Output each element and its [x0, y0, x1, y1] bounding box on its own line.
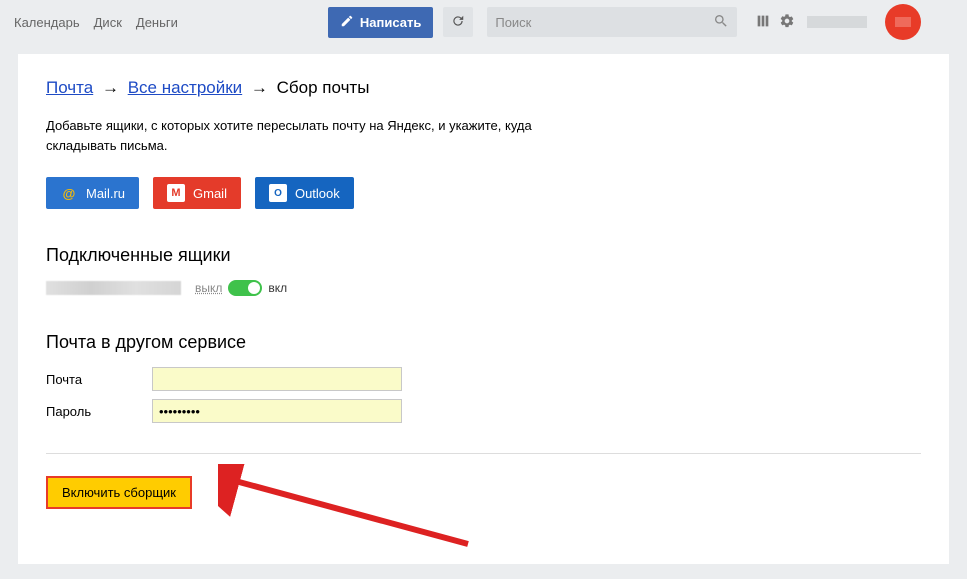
password-row: Пароль [46, 399, 921, 423]
breadcrumb-all-settings[interactable]: Все настройки [128, 78, 242, 97]
search-box[interactable] [487, 7, 737, 37]
gmail-icon: M [167, 184, 185, 202]
toggle-off-label[interactable]: выкл [195, 281, 222, 295]
description-text: Добавьте ящики, с которых хотите пересыл… [46, 116, 566, 155]
topbar: Календарь Диск Деньги Написать [0, 0, 967, 44]
compose-button[interactable]: Написать [328, 7, 433, 38]
provider-mailru-label: Mail.ru [86, 186, 125, 201]
breadcrumb-mail[interactable]: Почта [46, 78, 93, 97]
themes-icon[interactable] [755, 13, 771, 32]
avatar[interactable] [885, 4, 921, 40]
password-label: Пароль [46, 404, 152, 419]
compose-label: Написать [360, 15, 421, 30]
connected-heading: Подключенные ящики [46, 245, 921, 266]
email-field[interactable] [152, 367, 402, 391]
enable-collector-button[interactable]: Включить сборщик [46, 476, 192, 509]
divider [46, 453, 921, 454]
provider-mailru-button[interactable]: @ Mail.ru [46, 177, 139, 209]
avatar-icon [895, 17, 911, 27]
breadcrumb-current: Сбор почты [277, 78, 370, 97]
connected-mailbox-row: выкл вкл [46, 280, 921, 296]
provider-outlook-button[interactable]: O Outlook [255, 177, 354, 209]
annotation-arrow-icon [218, 464, 478, 554]
provider-gmail-button[interactable]: M Gmail [153, 177, 241, 209]
breadcrumb: Почта → Все настройки → Сбор почты [46, 78, 921, 98]
other-service-heading: Почта в другом сервисе [46, 332, 921, 353]
arrow-icon: → [251, 78, 268, 97]
refresh-button[interactable] [443, 7, 473, 37]
compose-icon [340, 14, 354, 31]
email-row: Почта [46, 367, 921, 391]
arrow-icon: → [102, 78, 119, 97]
provider-buttons: @ Mail.ru M Gmail O Outlook [46, 177, 921, 209]
nav-calendar[interactable]: Календарь [14, 15, 80, 30]
connected-email-redacted [46, 281, 181, 295]
refresh-icon [451, 14, 465, 31]
search-icon [713, 13, 729, 32]
password-field[interactable] [152, 399, 402, 423]
email-label: Почта [46, 372, 152, 387]
gear-icon[interactable] [779, 13, 795, 32]
toggle-on-label[interactable]: вкл [268, 281, 287, 295]
username-placeholder [807, 16, 867, 28]
main-panel: Почта → Все настройки → Сбор почты Добав… [18, 54, 949, 564]
provider-outlook-label: Outlook [295, 186, 340, 201]
provider-gmail-label: Gmail [193, 186, 227, 201]
outlook-icon: O [269, 184, 287, 202]
toggle-group: выкл вкл [195, 280, 287, 296]
top-icons [755, 4, 921, 40]
at-icon: @ [60, 184, 78, 202]
nav-disk[interactable]: Диск [94, 15, 122, 30]
top-links: Календарь Диск Деньги [14, 15, 178, 30]
toggle-switch[interactable] [228, 280, 262, 296]
search-input[interactable] [495, 15, 713, 30]
nav-money[interactable]: Деньги [136, 15, 178, 30]
